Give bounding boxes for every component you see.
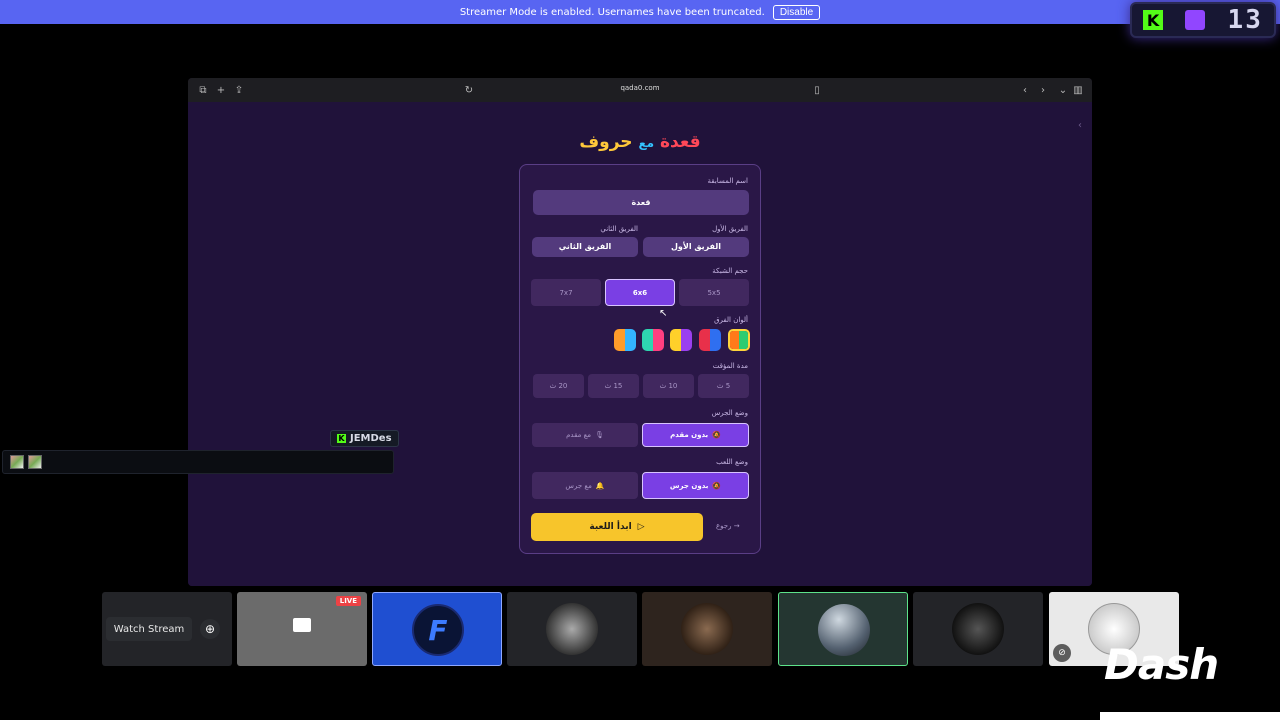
competition-name-label: اسم المسابقة — [707, 177, 748, 185]
color-option-4[interactable] — [642, 329, 664, 351]
color-option-1[interactable] — [728, 329, 750, 351]
bell-off-icon: 🔕 — [712, 481, 722, 490]
color-option-2[interactable] — [699, 329, 721, 351]
add-watch-icon[interactable]: ⊕ — [200, 619, 220, 639]
back-arrow-icon[interactable]: ‹ — [1016, 85, 1034, 96]
banner-message: Streamer Mode is enabled. Usernames have… — [459, 6, 765, 18]
grid-option-7x7[interactable]: 7x7 — [531, 279, 601, 306]
live-stream-tile[interactable]: LIVE — [237, 592, 367, 666]
live-badge: LIVE — [335, 596, 361, 606]
browser-toolbar: ⧉ + ⇪ ↻ qada0.com ▯ ‹ › ⌄ ▥ — [188, 78, 1092, 102]
participant-tile[interactable] — [913, 592, 1043, 666]
watch-stream-button[interactable]: Watch Stream — [106, 617, 192, 641]
play-icon: ▷ — [637, 522, 645, 532]
start-game-label: ابدأ اللعبة — [589, 522, 632, 532]
disable-streamer-mode-button[interactable]: Disable — [772, 4, 821, 20]
participant-tile-speaking[interactable] — [778, 592, 908, 666]
timer-option-15[interactable]: 15 ث — [588, 374, 639, 398]
participant-tile[interactable] — [507, 592, 637, 666]
share-icon[interactable]: ⇪ — [230, 85, 248, 96]
viewer-count-badge: K 13 — [1130, 2, 1276, 38]
avatar — [818, 604, 870, 656]
grid-option-6x6[interactable]: 6x6 — [605, 279, 675, 306]
bell-icon: 🔔 — [595, 481, 605, 490]
grid-option-5x5[interactable]: 5x5 — [679, 279, 749, 306]
dash-logo: Dash — [1104, 640, 1219, 689]
back-arrow-icon: → — [733, 522, 740, 530]
play-option-with-bell-label: مع جرس — [565, 481, 592, 490]
viewer-count: 13 — [1227, 5, 1263, 35]
start-game-button[interactable]: ▷ ابدأ اللعبة — [531, 513, 703, 541]
team2-label: الفريق الثاني — [600, 225, 638, 233]
chat-message — [2, 450, 394, 474]
watch-stream-tile: Watch Stream ⊕ — [102, 592, 232, 666]
avatar — [681, 603, 733, 655]
new-tab-icon[interactable]: + — [212, 85, 230, 96]
mouse-cursor-icon: ↖ — [659, 308, 668, 319]
tabs-overview-icon[interactable]: ⧉ — [194, 85, 212, 96]
avatar — [952, 603, 1004, 655]
timer-option-5[interactable]: 5 ث — [698, 374, 749, 398]
emote-icon — [28, 455, 42, 469]
deafened-icon: ⊘ — [1053, 644, 1071, 662]
chevron-left-icon[interactable]: ‹ — [1078, 120, 1082, 131]
chat-username-badge: K JEMDes — [330, 430, 399, 447]
grid-size-label: حجم الشبكة — [712, 267, 748, 275]
title-word-2: مع — [638, 136, 655, 150]
forward-arrow-icon[interactable]: › — [1034, 85, 1052, 96]
team2-input[interactable]: الفريق الثاني — [532, 237, 638, 257]
bell-option-no-host[interactable]: 🔕 بدون مقدم — [642, 423, 749, 447]
team1-label: الفريق الأول — [712, 225, 748, 233]
color-option-3[interactable] — [670, 329, 692, 351]
bell-off-icon: 🔕 — [712, 431, 721, 439]
kick-icon: K — [337, 434, 346, 443]
timer-label: مدة المؤقت — [712, 362, 748, 370]
bell-option-no-host-label: بدون مقدم — [670, 431, 709, 439]
color-option-5[interactable] — [614, 329, 636, 351]
page-icon[interactable]: ▯ — [808, 85, 826, 96]
page-title: قعدة مع حروف — [188, 132, 1092, 152]
bell-option-with-host-label: مع مقدم — [566, 431, 592, 439]
team-colors-label: ألوان الفرق — [714, 316, 748, 324]
reload-icon[interactable]: ↻ — [460, 85, 478, 96]
title-word-1: حروف — [579, 132, 633, 152]
address-bar[interactable]: qada0.com — [588, 84, 692, 92]
back-label: رجوع — [716, 522, 732, 530]
divider — [1100, 712, 1280, 720]
bell-option-with-host[interactable]: 🎙 مع مقدم — [532, 423, 638, 447]
team1-input[interactable]: الفريق الأول — [643, 237, 749, 257]
title-word-3: قعدة — [660, 132, 701, 152]
play-option-no-bell[interactable]: 🔕 بدون جرس — [642, 472, 749, 499]
play-option-with-bell[interactable]: 🔔 مع جرس — [532, 472, 638, 499]
mic-icon: 🎙 — [595, 431, 604, 439]
play-option-no-bell-label: بدون جرس — [669, 481, 709, 490]
bell-mode-label: وضع الجرس — [711, 409, 748, 417]
avatar — [546, 603, 598, 655]
kick-icon: K — [1143, 10, 1164, 30]
timer-option-10[interactable]: 10 ث — [643, 374, 694, 398]
browser-window: ⧉ + ⇪ ↻ qada0.com ▯ ‹ › ⌄ ▥ ‹ قعدة مع حر… — [188, 78, 1092, 586]
twitch-icon — [1185, 10, 1206, 30]
web-page: ‹ قعدة مع حروف اسم المسابقة قعدة الفريق … — [188, 102, 1092, 586]
back-link[interactable]: → رجوع — [716, 522, 740, 530]
emote-icon — [10, 455, 24, 469]
play-mode-label: وضع اللعب — [716, 458, 748, 466]
competition-name-input[interactable]: قعدة — [533, 190, 749, 215]
sidebar-icon[interactable]: ▥ — [1069, 85, 1087, 96]
game-setup-card: اسم المسابقة قعدة الفريق الأول الفريق ال… — [519, 164, 761, 554]
streamer-mode-banner: Streamer Mode is enabled. Usernames have… — [0, 0, 1280, 24]
avatar: F — [412, 604, 464, 656]
participant-tile[interactable] — [642, 592, 772, 666]
participant-tile[interactable]: F — [372, 592, 502, 666]
timer-option-20[interactable]: 20 ث — [533, 374, 584, 398]
screen-share-icon — [293, 618, 311, 632]
chat-username: JEMDes — [350, 433, 392, 444]
